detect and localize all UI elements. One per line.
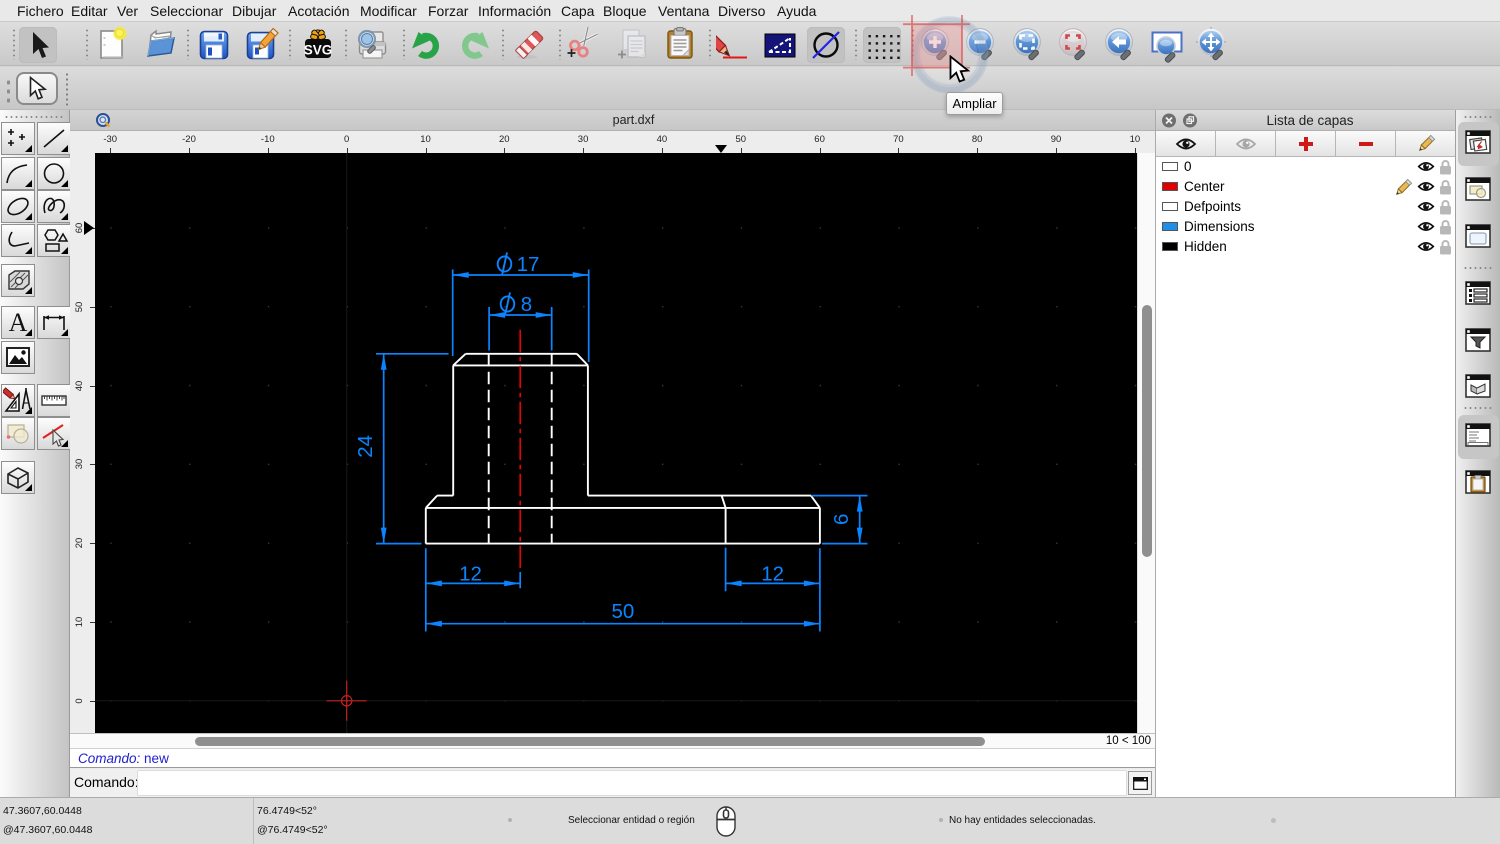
svg-text:SVG: SVG bbox=[304, 43, 333, 58]
svg-text:17: 17 bbox=[517, 253, 540, 276]
svg-text:50: 50 bbox=[611, 600, 634, 623]
svg-text:12: 12 bbox=[761, 563, 784, 586]
svg-text:12: 12 bbox=[459, 563, 482, 586]
svg-text:24: 24 bbox=[354, 435, 377, 458]
svg-text:8: 8 bbox=[521, 293, 532, 316]
svg-text:6: 6 bbox=[830, 514, 853, 525]
